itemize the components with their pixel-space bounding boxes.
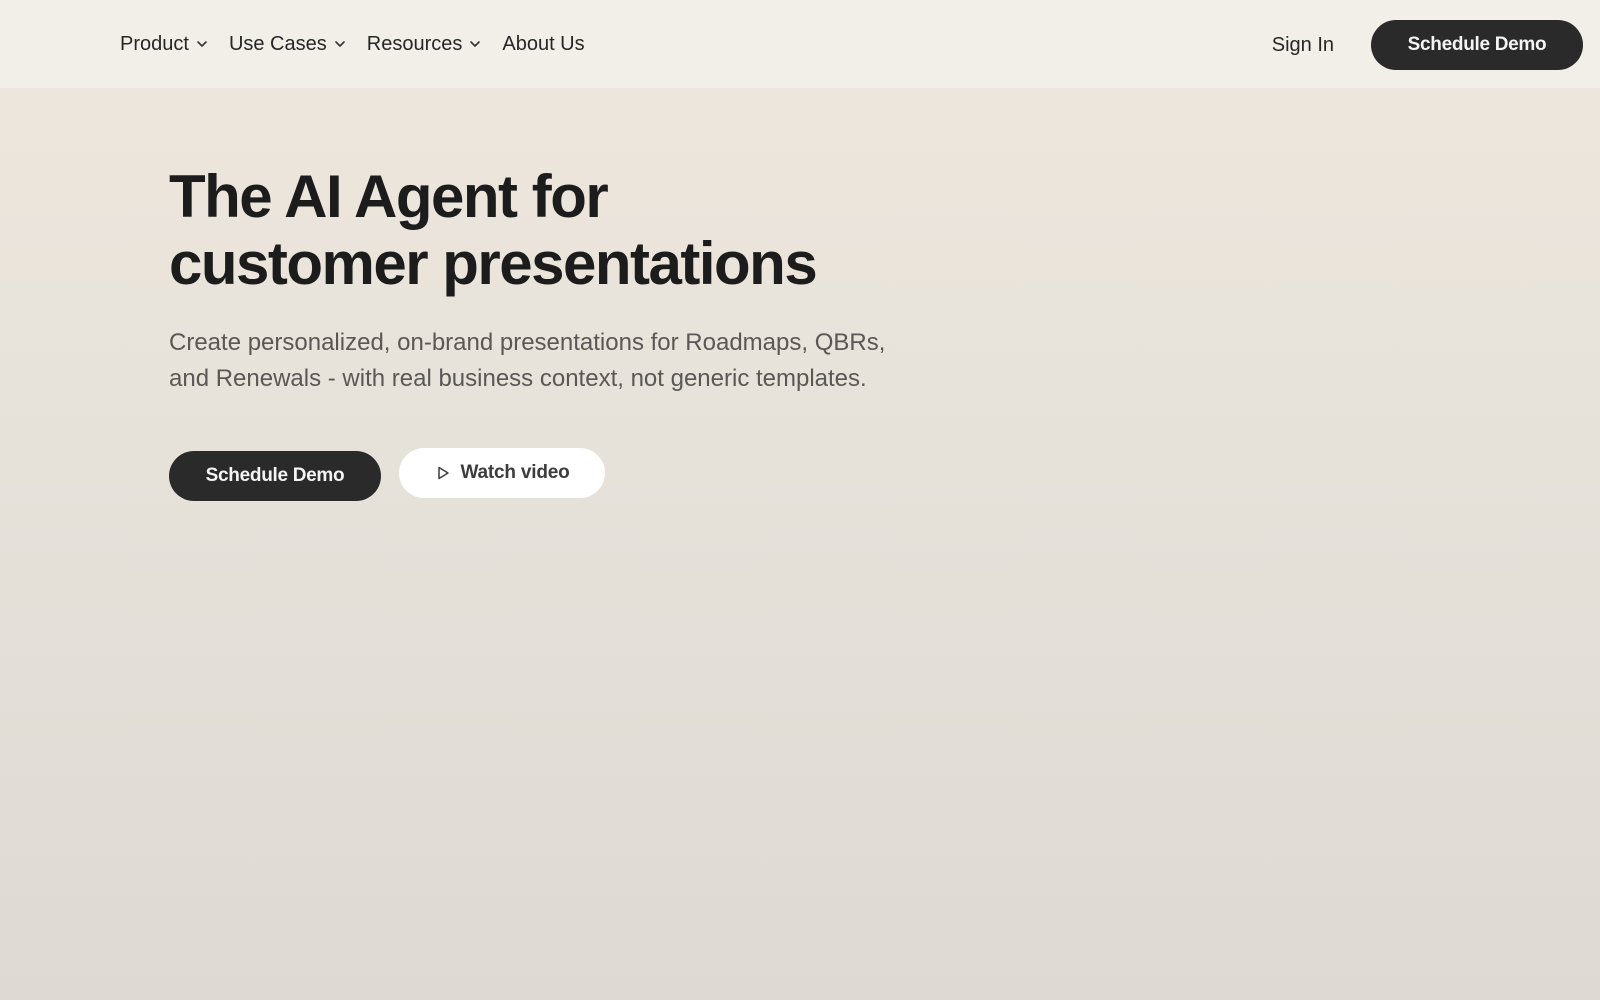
schedule-demo-button[interactable]: Schedule Demo [1371, 20, 1583, 70]
chevron-down-icon [334, 41, 345, 47]
hero-title-line-1: The AI Agent for [169, 163, 609, 230]
watch-video-label: Watch video [460, 462, 570, 483]
nav-links: Product Use Cases Resources About Us [120, 0, 585, 88]
nav-item-label: About Us [502, 32, 585, 55]
hero-actions: Schedule Demo Watch video [169, 448, 1069, 501]
nav-item-product[interactable]: Product [120, 33, 209, 56]
nav-item-use-cases[interactable]: Use Cases [229, 33, 347, 56]
nav-item-label: Product [120, 32, 189, 55]
nav-item-label: Resources [366, 32, 463, 55]
nav-item-about-us[interactable]: About Us [502, 33, 584, 56]
hero-section: The AI Agent for customer presentations … [169, 163, 1069, 501]
play-icon [437, 466, 449, 480]
hero-title-line-2: customer presentations [169, 230, 818, 297]
hero-subtitle: Create personalized, on-brand presentati… [169, 325, 929, 397]
hero-schedule-demo-button[interactable]: Schedule Demo [169, 451, 381, 501]
chevron-down-icon [470, 41, 481, 47]
hero-subtitle-line-1: Create personalized, on-brand presentati… [169, 329, 886, 356]
hero-subtitle-line-2: and Renewals - with real business contex… [169, 365, 867, 392]
watch-video-button[interactable]: Watch video [399, 448, 605, 498]
nav-item-resources[interactable]: Resources [367, 33, 483, 56]
chevron-down-icon [197, 41, 207, 47]
nav-item-label: Use Cases [228, 32, 327, 55]
hero-title: The AI Agent for customer presentations [169, 163, 1069, 297]
top-navigation: Product Use Cases Resources About Us Sig… [0, 0, 1600, 88]
nav-actions: Sign In Schedule Demo [1272, 20, 1583, 70]
sign-in-link[interactable]: Sign In [1272, 34, 1334, 57]
